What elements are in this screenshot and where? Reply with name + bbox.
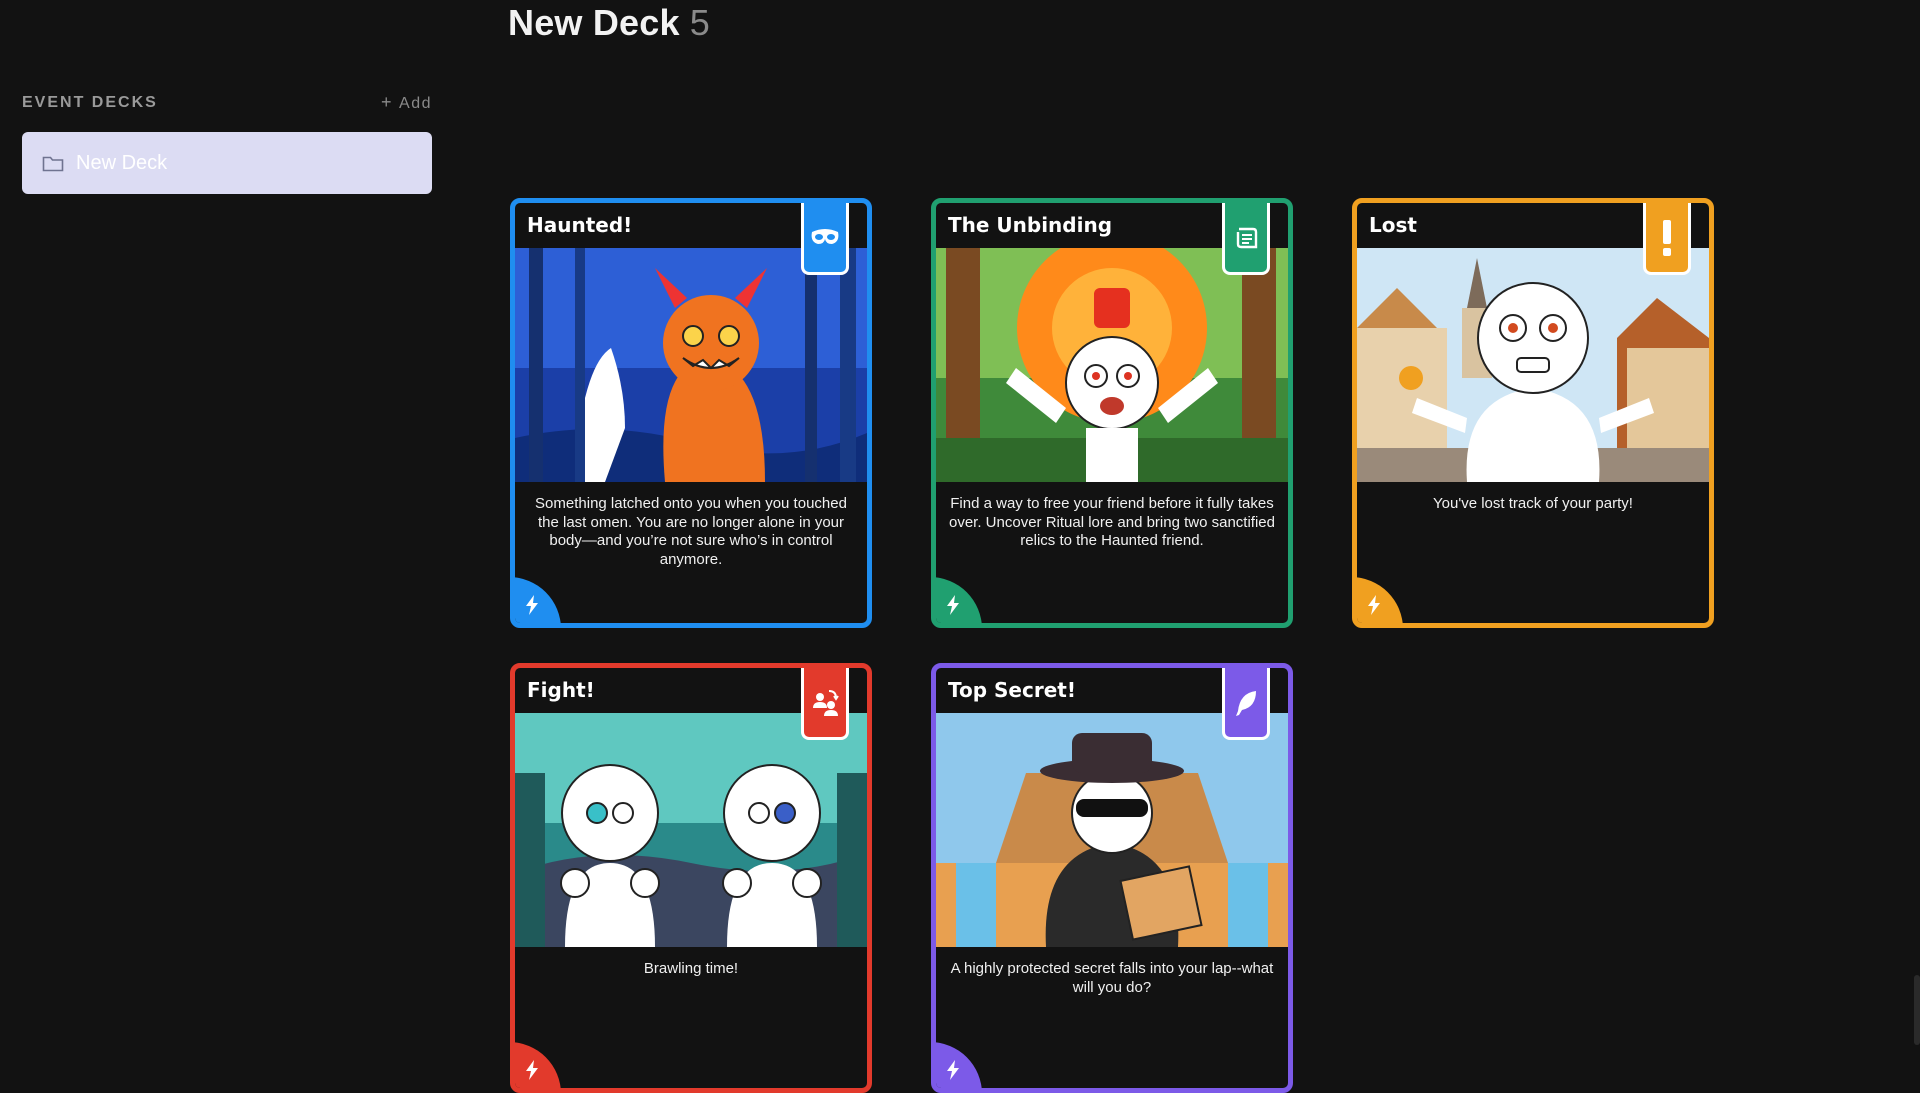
event-card-fight[interactable]: Fight! Brawling time! [510, 663, 872, 1093]
deck-card-count: 5 [689, 2, 710, 43]
event-card-the-unbinding[interactable]: The Unbinding Find a way to free your fr… [931, 198, 1293, 628]
add-deck-label: Add [399, 95, 432, 112]
card-description: Brawling time! [643, 960, 739, 977]
page-title: New Deck [508, 2, 680, 43]
card-title: Fight! [527, 678, 595, 702]
card-illustration [936, 248, 1288, 482]
page-header: New Deck 5 [508, 2, 710, 44]
lightning-icon [515, 577, 561, 623]
scrollbar-thumb[interactable] [1914, 975, 1920, 1045]
card-title: Top Secret! [948, 678, 1076, 702]
card-illustration [936, 713, 1288, 947]
lightning-icon [936, 1042, 982, 1088]
card-description: Something latched onto you when you touc… [535, 495, 847, 568]
card-illustration [515, 713, 867, 947]
event-card-haunted[interactable]: Haunted! Something latched onto you when… [510, 198, 872, 628]
feather-icon [1222, 668, 1270, 740]
card-title: The Unbinding [948, 213, 1113, 237]
lightning-icon [1357, 577, 1403, 623]
mask-icon [801, 203, 849, 275]
sidebar-item-new-deck[interactable]: New Deck [22, 132, 432, 194]
card-description: You've lost track of your party! [1433, 495, 1633, 512]
card-illustration [1357, 248, 1709, 482]
card-description: A highly protected secret falls into you… [950, 960, 1274, 996]
sidebar-section-title: EVENT DECKS [22, 93, 158, 111]
add-deck-button[interactable]: + Add [381, 92, 432, 113]
event-card-top-secret[interactable]: Top Secret! A highly protected secret fa… [931, 663, 1293, 1093]
card-description: Find a way to free your friend before it… [948, 495, 1275, 549]
lightning-icon [936, 577, 982, 623]
folder-icon [42, 156, 64, 172]
sidebar-item-label: New Deck [76, 151, 168, 174]
sidebar-header: EVENT DECKS + Add [22, 92, 432, 113]
swap-people-icon [801, 668, 849, 740]
lightning-icon [515, 1042, 561, 1088]
card-title: Lost [1369, 213, 1417, 237]
exclamation-icon [1643, 203, 1691, 275]
plus-icon: + [381, 92, 394, 112]
event-card-lost[interactable]: Lost You've lost track of your party! [1352, 198, 1714, 628]
scroll-icon [1222, 203, 1270, 275]
card-illustration [515, 248, 867, 482]
card-title: Haunted! [527, 213, 633, 237]
